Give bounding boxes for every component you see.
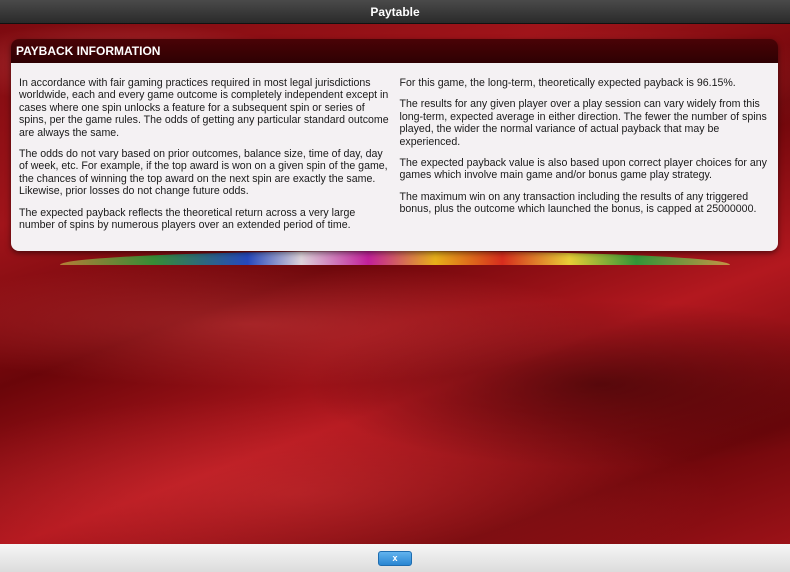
bottom-bar: x <box>0 544 790 572</box>
paragraph: In accordance with fair gaming practices… <box>19 77 389 139</box>
panel-heading: PAYBACK INFORMATION <box>16 44 161 58</box>
paragraph: The expected payback value is also based… <box>399 157 767 182</box>
paragraph: The expected payback reflects the theore… <box>19 206 356 232</box>
title-bar: Paytable <box>0 0 790 24</box>
paragraph: The odds do not vary based on prior outc… <box>19 148 388 198</box>
window-title: Paytable <box>370 4 420 19</box>
paragraph: The maximum win on any transaction inclu… <box>399 190 757 216</box>
panel-body: In accordance with fair gaming practices… <box>11 63 778 251</box>
right-column: For this game, the long-term, theoretica… <box>400 77 771 251</box>
paragraph: The results for any given player over a … <box>399 98 767 148</box>
paragraph: For this game, the long-term, theoretica… <box>399 77 736 89</box>
payback-info-panel: PAYBACK INFORMATION In accordance with f… <box>11 39 778 251</box>
left-column: In accordance with fair gaming practices… <box>19 77 390 251</box>
panel-header: PAYBACK INFORMATION <box>11 39 778 63</box>
close-button[interactable]: x <box>378 550 412 566</box>
close-icon: x <box>392 553 398 563</box>
